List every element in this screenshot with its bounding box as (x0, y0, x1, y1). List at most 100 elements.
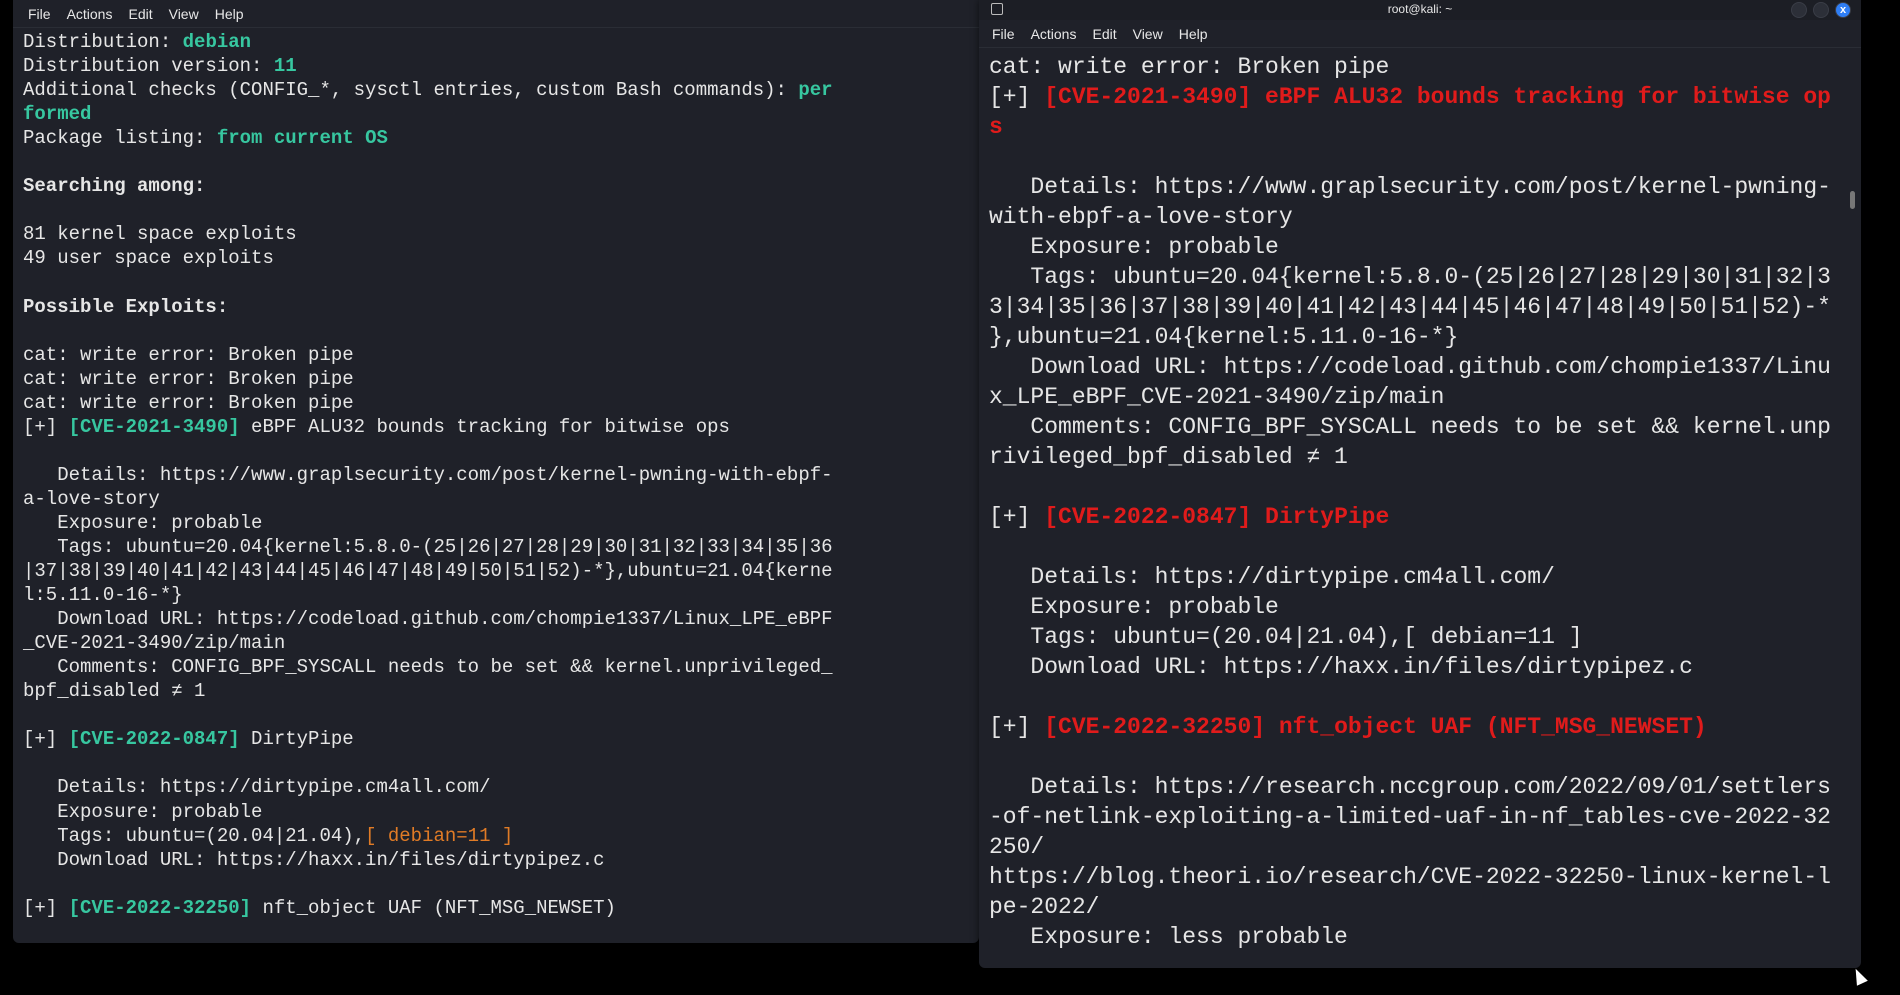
terminal-line: s (989, 112, 1831, 142)
text-segment: Comments: CONFIG_BPF_SYSCALL needs to be… (23, 656, 833, 679)
terminal-line: [+] [CVE-2022-32250] nft_object UAF (NFT… (23, 896, 833, 920)
minimize-button[interactable] (1791, 2, 1807, 18)
text-segment: nft_object UAF (NFT_MSG_NEWSET) (251, 896, 616, 919)
text-segment: Details: https://research.nccgroup.com/2… (989, 774, 1831, 800)
terminal-line: Exposure: probable (23, 511, 833, 535)
text-segment: [+] (989, 714, 1045, 740)
terminal-line: cat: write error: Broken pipe (23, 391, 833, 415)
menu-item[interactable]: File (992, 26, 1015, 42)
text-segment: Tags: ubuntu=20.04{kernel:5.8.0-(25|26|2… (989, 264, 1831, 290)
text-segment: 3|34|35|36|37|38|39|40|41|42|43|44|45|46… (989, 294, 1831, 320)
terminal-window-left[interactable]: File Actions Edit View Help Distribution: de… (13, 0, 979, 943)
text-segment: Searching among: (23, 175, 206, 198)
menu-item[interactable]: Help (1179, 26, 1208, 42)
terminal-line: with-ebpf-a-love-story (989, 202, 1831, 232)
terminal-line: },ubuntu=21.04{kernel:5.11.0-16-*} (989, 322, 1831, 352)
menu-item[interactable]: Actions (1031, 26, 1077, 42)
text-segment: cat: write error: Broken pipe (23, 367, 354, 390)
menu-item[interactable]: Edit (128, 6, 152, 22)
terminal-line: [+] [CVE-2021-3490] eBPF ALU32 bounds tr… (989, 82, 1831, 112)
text-segment: Exposure: less probable (989, 924, 1348, 950)
terminal-line: Download URL: https://haxx.in/files/dirt… (23, 848, 833, 872)
terminal-icon (991, 3, 1003, 15)
terminal-line: 3|34|35|36|37|38|39|40|41|42|43|44|45|46… (989, 292, 1831, 322)
menu-item[interactable]: View (1133, 26, 1163, 42)
terminal-line: Download URL: https://codeload.github.co… (23, 607, 832, 631)
terminal-line: Comments: CONFIG_BPF_SYSCALL needs to be… (989, 412, 1831, 442)
text-segment: Additional checks (CONFIG_*, sysctl entr… (23, 79, 799, 102)
terminal-line: Details: https://dirtypipe.cm4all.com/ (23, 775, 833, 799)
highlighted-text: [CVE-2022-32250] nft_object UAF (NFT_MSG… (1044, 714, 1707, 740)
terminal-line: Package listing: from current OS (23, 126, 833, 150)
menu-bar: File Actions Edit View Help (979, 20, 1861, 48)
highlighted-text: [CVE-2021-3490] eBPF ALU32 bounds tracki… (1044, 84, 1831, 110)
highlighted-text: from current OS (216, 127, 388, 150)
text-segment: Possible Exploits: (23, 295, 229, 318)
mouse-cursor-icon (1850, 966, 1868, 986)
terminal-window-right[interactable]: root@kali: ~ x File Actions Edit View Help c… (979, 0, 1861, 968)
maximize-button[interactable] (1813, 2, 1829, 18)
text-segment: Download URL: https://haxx.in/files/dirt… (23, 848, 605, 871)
text-segment: Details: https://www.graplsecurity.com/p… (23, 463, 833, 486)
text-segment: 250/ (989, 834, 1045, 860)
terminal-line: |37|38|39|40|41|42|43|44|45|46|47|48|49|… (23, 559, 833, 583)
highlighted-text: s (989, 114, 1003, 140)
terminal-line: 250/ (989, 832, 1831, 862)
menu-item[interactable]: Edit (1092, 26, 1116, 42)
text-segment: },ubuntu=21.04{kernel:5.11.0-16-*} (989, 324, 1459, 350)
terminal-line: cat: write error: Broken pipe (23, 343, 833, 367)
scrollbar[interactable] (1850, 191, 1855, 209)
text-segment: [+] (23, 415, 69, 438)
menu-item[interactable]: Help (215, 6, 244, 22)
terminal-line: https://blog.theori.io/research/CVE-2022… (989, 862, 1831, 892)
text-segment: [+] (23, 728, 69, 751)
terminal-line: Distribution: debian (23, 30, 833, 54)
text-segment: Exposure: probable (23, 800, 263, 823)
text-segment: _CVE-2021-3490/zip/main (23, 632, 286, 655)
terminal-output[interactable]: Distribution: debian Distribution version… (23, 30, 833, 920)
highlighted-text: formed (23, 103, 92, 126)
title-bar[interactable]: root@kali: ~ x (979, 0, 1861, 20)
text-segment: x_LPE_eBPF_CVE-2021-3490/zip/main (989, 384, 1445, 410)
terminal-line: Details: https://www.graplsecurity.com/p… (23, 463, 833, 487)
text-segment: cat: write error: Broken pipe (989, 54, 1390, 80)
terminal-line: Exposure: probable (23, 800, 833, 824)
menu-item[interactable]: File (28, 6, 51, 22)
terminal-line: rivileged_bpf_disabled ≠ 1 (989, 442, 1831, 472)
text-segment: 81 kernel space exploits (23, 223, 297, 246)
text-segment: -of-netlink-exploiting-a-limited-uaf-in-… (989, 804, 1831, 830)
terminal-output[interactable]: cat: write error: Broken pipe [+] [CVE-20… (989, 52, 1831, 952)
text-segment: 49 user space exploits (23, 247, 274, 270)
text-segment: l:5.11.0-16-*} (23, 584, 183, 607)
text-segment: DirtyPipe (239, 728, 354, 751)
terminal-line: Tags: ubuntu=(20.04|21.04),[ debian=11 ] (989, 622, 1831, 652)
terminal-line: pe-2022/ (989, 892, 1831, 922)
menu-bar: File Actions Edit View Help (13, 0, 979, 28)
text-segment: bpf_disabled ≠ 1 (23, 680, 206, 703)
terminal-line: _CVE-2021-3490/zip/main (23, 631, 833, 655)
text-segment: Tags: ubuntu=20.04{kernel:5.8.0-(25|26|2… (23, 535, 833, 558)
menu-item[interactable]: Actions (67, 6, 113, 22)
text-segment: Distribution: (23, 31, 183, 53)
terminal-line: [+] [CVE-2022-32250] nft_object UAF (NFT… (989, 712, 1831, 742)
text-segment: Download URL: https://codeload.github.co… (989, 354, 1831, 380)
highlighted-text: [CVE-2022-0847] (68, 728, 240, 751)
text-segment: [ debian=11 ] (365, 824, 514, 847)
text-segment: cat: write error: Broken pipe (23, 391, 354, 414)
text-segment: Exposure: probable (989, 594, 1279, 620)
text-segment: Download URL: https://haxx.in/files/dirt… (989, 654, 1693, 680)
text-segment: Package listing: (23, 127, 217, 150)
menu-item[interactable]: View (169, 6, 199, 22)
terminal-line: Exposure: probable (989, 592, 1831, 622)
terminal-line: cat: write error: Broken pipe (989, 52, 1831, 82)
close-button[interactable]: x (1835, 2, 1851, 18)
